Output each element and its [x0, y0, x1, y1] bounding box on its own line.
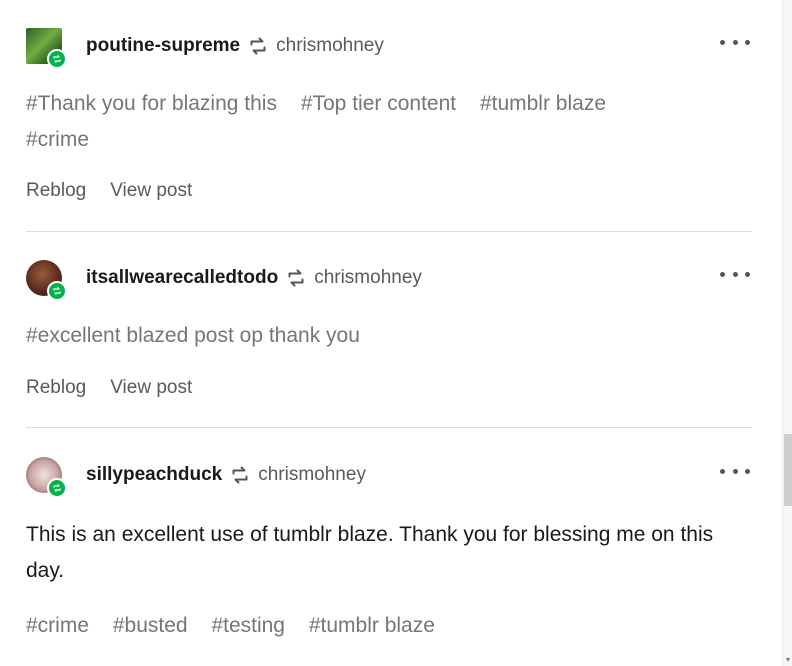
tag-link[interactable]: #crime — [26, 614, 89, 637]
note-body-text: This is an excellent use of tumblr blaze… — [26, 523, 714, 582]
notes-feed: poutine-supreme chrismohney #Thank you f… — [0, 0, 782, 666]
reblog-icon — [230, 465, 252, 485]
more-options-button[interactable] — [720, 32, 750, 52]
ellipsis-dot — [732, 468, 738, 474]
note-sillypeachduck: sillypeachduck chrismohney This is an ex… — [26, 457, 752, 666]
view-post-button[interactable]: View post — [110, 377, 192, 399]
reblog-button[interactable]: Reblog — [26, 180, 86, 202]
note-actions: Reblog View post — [26, 375, 192, 401]
ellipsis-dot — [732, 39, 738, 45]
tag-link[interactable]: #excellent blazed post op thank you — [26, 324, 360, 347]
note-header: itsallwearecalledtodo chrismohney — [26, 260, 752, 301]
reblog-button[interactable]: Reblog — [26, 377, 86, 399]
tag-link[interactable]: #Thank you for blazing this — [26, 92, 277, 115]
ellipsis-dot — [745, 271, 750, 277]
view-post-button[interactable]: View post — [110, 180, 192, 202]
tag-list: #Thank you for blazing this #Top tier co… — [26, 86, 726, 158]
ellipsis-icon — [720, 39, 725, 45]
note-names: itsallwearecalledtodo chrismohney — [86, 266, 422, 290]
tag-link[interactable]: #busted — [113, 614, 188, 637]
ellipsis-dot — [745, 468, 750, 474]
reblog-badge-icon — [47, 478, 67, 498]
more-options-button[interactable] — [720, 264, 750, 284]
divider — [26, 427, 752, 428]
note-names: poutine-supreme chrismohney — [86, 34, 384, 58]
ellipsis-icon — [720, 468, 725, 474]
tag-link[interactable]: #tumblr blaze — [309, 614, 435, 637]
source-blog-link[interactable]: chrismohney — [314, 267, 422, 289]
scrollbar-thumb[interactable] — [784, 434, 792, 506]
source-blog-link[interactable]: chrismohney — [258, 464, 366, 486]
note-itsallwearecalledtodo: itsallwearecalledtodo chrismohney #excel… — [26, 260, 752, 410]
note-actions: Reblog View post — [26, 178, 192, 204]
blog-name-link[interactable]: itsallwearecalledtodo — [86, 267, 278, 289]
note-names: sillypeachduck chrismohney — [86, 463, 366, 487]
blog-name-link[interactable]: sillypeachduck — [86, 464, 222, 486]
ellipsis-icon — [720, 271, 725, 277]
tag-list: #crime #busted #testing #tumblr blaze — [26, 608, 726, 644]
note-header: sillypeachduck chrismohney — [26, 457, 752, 498]
tag-link[interactable]: #crime — [26, 128, 89, 151]
more-options-button[interactable] — [720, 461, 750, 481]
tag-link[interactable]: #tumblr blaze — [480, 92, 606, 115]
divider — [26, 231, 752, 232]
note-header: poutine-supreme chrismohney — [26, 28, 752, 69]
tag-list: #excellent blazed post op thank you — [26, 318, 726, 354]
ellipsis-dot — [745, 39, 750, 45]
reblog-icon — [248, 36, 270, 56]
reblog-badge-icon — [47, 49, 67, 69]
reblog-badge-icon — [47, 281, 67, 301]
reblog-icon — [286, 268, 308, 288]
tag-link[interactable]: #testing — [211, 614, 285, 637]
note-poutine-supreme: poutine-supreme chrismohney #Thank you f… — [26, 28, 752, 218]
tag-link[interactable]: #Top tier content — [301, 92, 456, 115]
source-blog-link[interactable]: chrismohney — [276, 35, 384, 57]
scrollbar[interactable]: ▾ — [782, 0, 792, 666]
scroll-down-arrow-icon[interactable]: ▾ — [784, 656, 792, 664]
blog-name-link[interactable]: poutine-supreme — [86, 35, 240, 57]
ellipsis-dot — [732, 271, 738, 277]
